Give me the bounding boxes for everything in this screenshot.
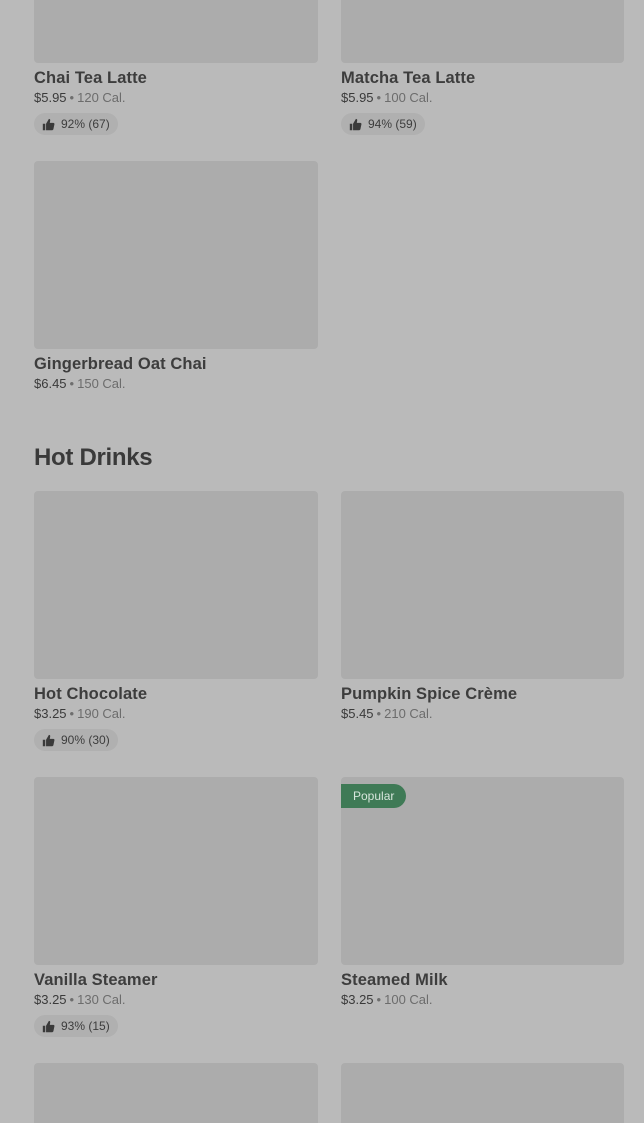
thumbs-up-icon <box>42 118 55 130</box>
item-calories: 130 Cal. <box>77 992 126 1007</box>
item-meta: $3.25 • 100 Cal. <box>341 992 624 1008</box>
thumbs-up-icon <box>42 734 55 746</box>
item-price: $5.45 <box>341 706 374 721</box>
meta-separator: • <box>376 992 382 1007</box>
item-price: $3.25 <box>34 992 67 1007</box>
thumbs-up-icon <box>349 118 362 130</box>
item-image <box>34 161 318 349</box>
item-price: $6.45 <box>34 376 67 391</box>
item-meta: $5.45 • 210 Cal. <box>341 706 624 722</box>
rating-pill: 93% (15) <box>34 1015 118 1037</box>
menu-item-card[interactable]: Popular Steamed Milk $3.25 • 100 Cal. <box>341 777 624 1008</box>
rating-pill: 92% (67) <box>34 113 118 135</box>
item-image <box>34 491 318 679</box>
item-calories: 100 Cal. <box>384 90 433 105</box>
menu-item-card[interactable]: Pumpkin Spice Crème $5.45 • 210 Cal. <box>341 491 624 722</box>
menu-item-card[interactable] <box>341 1063 624 1123</box>
popular-badge: Popular <box>341 784 407 808</box>
item-name: Gingerbread Oat Chai <box>34 355 207 373</box>
menu-item-card[interactable] <box>34 1063 318 1123</box>
meta-separator: • <box>376 706 382 721</box>
item-name: Pumpkin Spice Crème <box>341 685 518 703</box>
item-image <box>341 0 624 63</box>
item-price: $3.25 <box>341 992 374 1007</box>
item-calories: 100 Cal. <box>384 992 433 1007</box>
item-calories: 120 Cal. <box>77 90 126 105</box>
rating-text: 94% (59) <box>368 117 417 131</box>
item-name: Hot Chocolate <box>34 685 148 703</box>
menu-item-card[interactable]: Hot Chocolate $3.25 • 190 Cal. 90% (30) <box>34 491 318 752</box>
item-image <box>341 1063 624 1123</box>
rating-pill: 90% (30) <box>34 729 118 751</box>
item-image <box>34 777 318 965</box>
item-meta: $5.95 • 100 Cal. <box>341 90 624 106</box>
item-image <box>341 491 624 679</box>
menu-item-card[interactable]: Chai Tea Latte $5.95 • 120 Cal. 92% (67) <box>34 0 318 136</box>
meta-separator: • <box>376 90 382 105</box>
item-price: $3.25 <box>34 706 67 721</box>
item-price: $5.95 <box>341 90 374 105</box>
item-meta: $6.45 • 150 Cal. <box>34 376 318 392</box>
menu-item-card[interactable]: Vanilla Steamer $3.25 • 130 Cal. 93% (15) <box>34 777 318 1038</box>
meta-separator: • <box>69 90 75 105</box>
item-image: Popular <box>341 777 624 965</box>
item-name: Vanilla Steamer <box>34 971 158 989</box>
item-meta: $3.25 • 130 Cal. <box>34 992 318 1008</box>
section-title-hot-drinks: Hot Drinks <box>34 444 153 471</box>
item-calories: 210 Cal. <box>384 706 433 721</box>
item-image <box>34 0 318 63</box>
item-meta: $3.25 • 190 Cal. <box>34 706 318 722</box>
item-calories: 190 Cal. <box>77 706 126 721</box>
rating-text: 93% (15) <box>61 1019 110 1033</box>
item-calories: 150 Cal. <box>77 376 126 391</box>
meta-separator: • <box>69 992 75 1007</box>
item-name: Chai Tea Latte <box>34 69 147 87</box>
item-name: Steamed Milk <box>341 971 448 989</box>
rating-text: 90% (30) <box>61 733 110 747</box>
rating-text: 92% (67) <box>61 117 110 131</box>
item-price: $5.95 <box>34 90 67 105</box>
item-name: Matcha Tea Latte <box>341 69 476 87</box>
thumbs-up-icon <box>42 1020 55 1032</box>
item-image <box>34 1063 318 1123</box>
rating-pill: 94% (59) <box>341 113 425 135</box>
menu-item-card[interactable]: Gingerbread Oat Chai $6.45 • 150 Cal. <box>34 161 318 392</box>
meta-separator: • <box>69 706 75 721</box>
menu-item-card[interactable]: Matcha Tea Latte $5.95 • 100 Cal. 94% (59) <box>341 0 624 136</box>
meta-separator: • <box>69 376 75 391</box>
item-meta: $5.95 • 120 Cal. <box>34 90 318 106</box>
